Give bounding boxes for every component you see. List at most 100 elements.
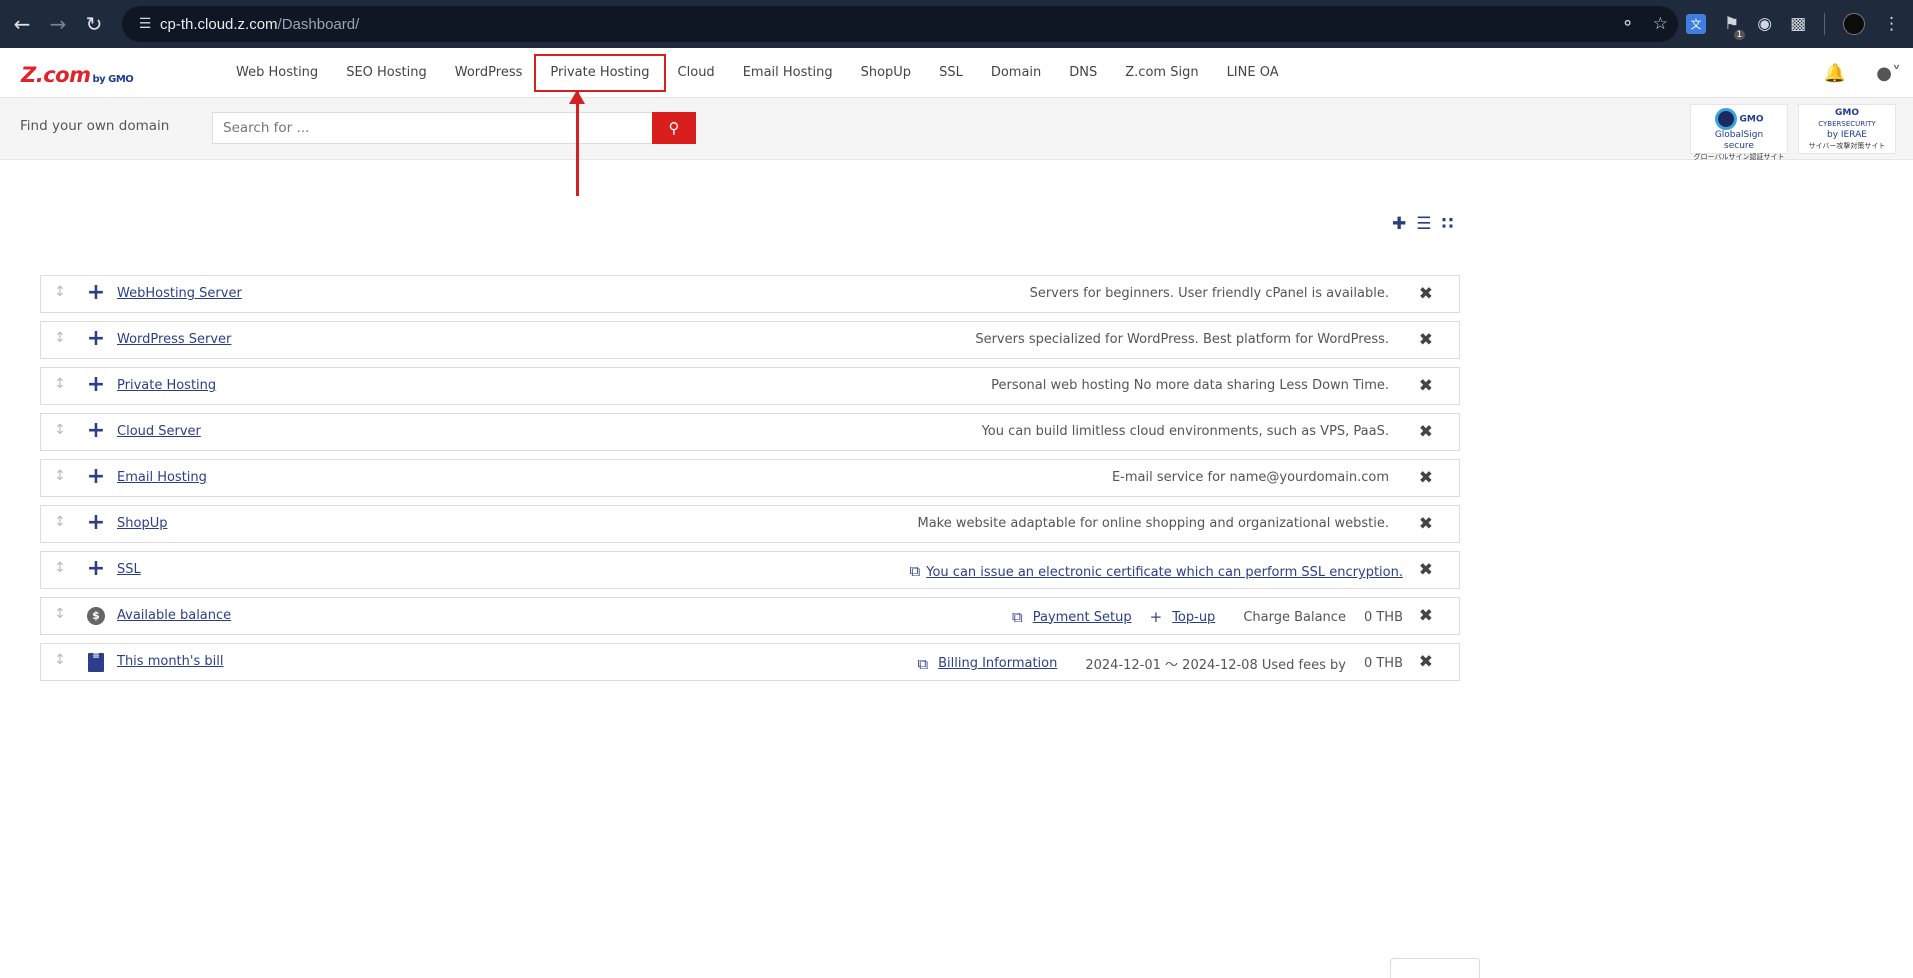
widget-description: Servers specialized for WordPress. Best … (975, 332, 1389, 347)
nav-ssl[interactable]: SSL (925, 56, 977, 90)
widget-title[interactable]: This month's bill (117, 654, 223, 669)
extensions-puzzle-icon[interactable]: ▩ (1790, 14, 1806, 34)
widget-title[interactable]: Private Hosting (117, 378, 216, 393)
drag-handle-icon[interactable]: ↕ (54, 652, 66, 668)
close-icon[interactable]: ✖ (1419, 514, 1433, 534)
drag-handle-icon[interactable]: ↕ (54, 514, 66, 530)
domain-search-input[interactable] (212, 112, 654, 144)
dashboard-widgets: ↕ + WebHosting Server Servers for beginn… (40, 275, 1460, 689)
drag-handle-icon[interactable]: ↕ (54, 560, 66, 576)
close-icon[interactable]: ✖ (1419, 284, 1433, 304)
nav-line-oa[interactable]: LINE OA (1213, 56, 1293, 90)
widget-title[interactable]: SSL (117, 562, 141, 577)
widget-row: ↕ + Email Hosting E-mail service for nam… (40, 459, 1460, 497)
expand-plus-icon[interactable]: + (86, 420, 106, 442)
drag-handle-icon[interactable]: ↕ (54, 422, 66, 438)
close-icon[interactable]: ✖ (1419, 330, 1433, 350)
nav-private-hosting[interactable]: Private Hosting (534, 54, 666, 92)
widget-row: ↕ + Private Hosting Personal web hosting… (40, 367, 1460, 405)
annotation-arrow (569, 90, 585, 196)
widget-title[interactable]: Available balance (117, 608, 231, 623)
bell-icon[interactable]: 🔔 (1824, 63, 1846, 84)
ssl-issue-link[interactable]: You can issue an electronic certificate … (926, 565, 1403, 580)
star-icon[interactable]: ☆ (1653, 14, 1668, 34)
widget-row: ↕ + SSL ⧉ You can issue an electronic cer… (40, 551, 1460, 589)
widget-description: Personal web hosting No more data sharin… (991, 378, 1389, 393)
site-info-icon[interactable]: ☰ (130, 16, 160, 32)
external-link-icon: ⧉ (917, 654, 929, 673)
external-link-icon: ⧉ (909, 562, 921, 580)
menu-kebab-icon[interactable]: ⋮ (1883, 14, 1900, 34)
expand-plus-icon[interactable]: + (86, 328, 106, 350)
user-menu-icon[interactable]: ●˅ (1876, 63, 1901, 84)
browser-toolbar: ← → ↻ ☰ cp-th.cloud.z.com/Dashboard/ ⚬ ☆… (0, 0, 1913, 48)
widget-row: ↕ + WebHosting Server Servers for beginn… (40, 275, 1460, 313)
widget-row: ↕ + WordPress Server Servers specialized… (40, 321, 1460, 359)
translate-extension-icon[interactable]: 文 (1686, 14, 1706, 34)
topup-link[interactable]: Top-up (1172, 610, 1215, 625)
list-view-icon[interactable]: ☰ (1416, 214, 1431, 234)
nav-shopup[interactable]: ShopUp (847, 56, 925, 90)
widget-row-balance: ↕ $ Available balance ⧉ Payment Setup + … (40, 597, 1460, 635)
nav-cloud[interactable]: Cloud (664, 56, 729, 90)
close-icon[interactable]: ✖ (1419, 376, 1433, 396)
nav-dns[interactable]: DNS (1055, 56, 1111, 90)
floating-widget-edge (1390, 958, 1480, 978)
globalsign-seal[interactable]: GMO GlobalSign secure グローバルサイン認証サイト (1690, 104, 1788, 161)
expand-plus-icon[interactable]: + (86, 374, 106, 396)
extension-badge-icon[interactable]: ⚑ 1 (1724, 14, 1746, 40)
site-header: Z.com by GMO Web Hosting SEO Hosting Word… (0, 48, 1913, 98)
domain-search-label: Find your own domain (20, 118, 170, 134)
ierae-seal[interactable]: GMO CYBERSECURITY by IERAE サイバー攻撃対策サイト (1798, 104, 1896, 154)
close-icon[interactable]: ✖ (1419, 422, 1433, 442)
widget-title[interactable]: WordPress Server (117, 332, 231, 347)
nav-wordpress[interactable]: WordPress (441, 56, 537, 90)
widget-title[interactable]: Email Hosting (117, 470, 207, 485)
close-icon[interactable]: ✖ (1419, 606, 1433, 626)
plus-icon: + (1149, 608, 1163, 626)
close-icon[interactable]: ✖ (1419, 560, 1433, 580)
drag-handle-icon[interactable]: ↕ (54, 284, 66, 300)
drag-handle-icon[interactable]: ↕ (54, 468, 66, 484)
zcom-logo[interactable]: Z.com by GMO (21, 63, 134, 87)
grid-view-icon[interactable]: ∷ (1442, 214, 1454, 234)
expand-plus-icon[interactable]: + (86, 466, 106, 488)
expand-plus-icon[interactable]: + (86, 512, 106, 534)
address-bar[interactable]: ☰ cp-th.cloud.z.com/Dashboard/ ⚬ ☆ (122, 6, 1678, 42)
nav-zcom-sign[interactable]: Z.com Sign (1111, 56, 1212, 90)
widget-title[interactable]: WebHosting Server (117, 286, 242, 301)
drag-handle-icon[interactable]: ↕ (54, 376, 66, 392)
search-button[interactable]: ⚲ (652, 112, 696, 144)
nav-web-hosting[interactable]: Web Hosting (222, 56, 332, 90)
widget-row: ↕ + ShopUp Make website adaptable for on… (40, 505, 1460, 543)
add-icon[interactable]: ✚ (1392, 214, 1406, 234)
payment-setup-link[interactable]: Payment Setup (1033, 610, 1132, 625)
expand-plus-icon[interactable]: + (86, 558, 106, 580)
invoice-icon: ≡ (88, 652, 104, 672)
camera-icon[interactable]: ◉ (1757, 14, 1772, 34)
drag-handle-icon[interactable]: ↕ (54, 330, 66, 346)
close-icon[interactable]: ✖ (1419, 652, 1433, 672)
forward-icon[interactable]: → (40, 6, 76, 42)
expand-plus-icon[interactable]: + (86, 282, 106, 304)
reload-icon[interactable]: ↻ (76, 6, 112, 42)
widget-title[interactable]: ShopUp (117, 516, 167, 531)
close-icon[interactable]: ✖ (1419, 468, 1433, 488)
profile-avatar[interactable] (1843, 13, 1866, 35)
nav-seo-hosting[interactable]: SEO Hosting (332, 56, 441, 90)
drag-handle-icon[interactable]: ↕ (54, 606, 66, 622)
toolbar-divider (1824, 13, 1826, 35)
back-icon[interactable]: ← (4, 6, 40, 42)
eye-off-icon[interactable]: ⚬ (1621, 14, 1635, 34)
widget-title[interactable]: Cloud Server (117, 424, 201, 439)
globalsign-logo-icon (1714, 108, 1737, 130)
search-icon: ⚲ (668, 119, 680, 137)
dollar-coin-icon: $ (87, 607, 105, 625)
widget-description: ⧉ You can issue an electronic certificate… (910, 562, 1403, 580)
nav-email-hosting[interactable]: Email Hosting (729, 56, 847, 90)
widget-description: Make website adaptable for online shoppi… (917, 516, 1390, 531)
widget-description: E-mail service for name@yourdomain.com (1111, 470, 1389, 485)
billing-information-link[interactable]: Billing Information (938, 656, 1057, 671)
external-link-icon: ⧉ (1012, 608, 1023, 626)
nav-domain[interactable]: Domain (977, 56, 1055, 90)
